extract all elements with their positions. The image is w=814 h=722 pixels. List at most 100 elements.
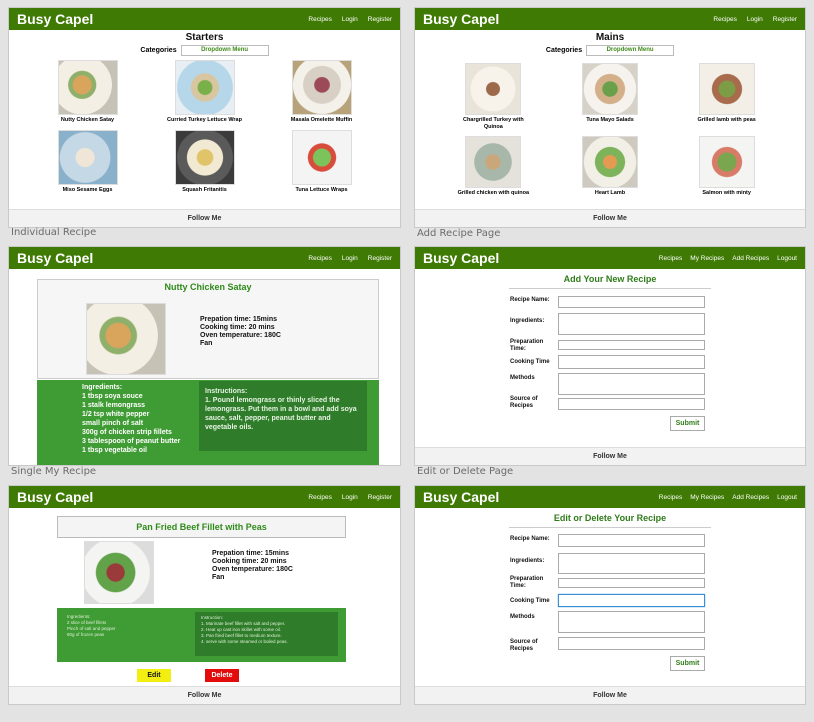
category-row: Categories Dropdown Menu [9,45,400,56]
nav-register[interactable]: Register [368,16,392,23]
recipe-card[interactable]: Masala Omelette Muffin [263,60,380,124]
footer[interactable]: Follow Me [9,686,400,704]
recipe-image[interactable] [581,136,638,188]
ingredients-input[interactable] [558,553,705,574]
instructions-box: Instruction: 1. Marinate beef fillet wit… [195,612,338,656]
recipe-card[interactable]: Heart Lamb [552,136,669,197]
nav-login[interactable]: Login [342,255,358,262]
recipe-image[interactable] [291,60,352,115]
recipe-card[interactable]: Chargrilled Turkey with Quinoa [435,63,552,131]
recipe-card[interactable]: Nutty Chicken Satay [29,60,146,124]
cook-time-input[interactable] [558,594,705,607]
header-bar: Busy Capel Recipes My Recipes Add Recipe… [415,247,805,269]
nav-add-recipes[interactable]: Add Recipes [732,494,769,501]
nav-menu: Recipes My Recipes Add Recipes Logout [659,255,797,262]
footer[interactable]: Follow Me [415,447,805,465]
nav-register[interactable]: Register [368,494,392,501]
nav-my-recipes[interactable]: My Recipes [690,255,724,262]
nav-recipes[interactable]: Recipes [659,494,682,501]
recipe-name[interactable]: Salmon with minty [687,190,767,197]
prep-time-input[interactable] [558,578,705,588]
brand-logo[interactable]: Busy Capel [17,11,93,27]
edit-button[interactable]: Edit [137,669,171,682]
methods-input[interactable] [558,611,705,633]
methods-input[interactable] [558,373,705,395]
nav-logout[interactable]: Logout [777,255,797,262]
nav-menu: Recipes Login Register [308,16,392,23]
category-dropdown[interactable]: Dropdown Menu [586,45,675,56]
source-input[interactable] [558,637,705,650]
recipe-image[interactable] [698,136,755,188]
nav-recipes[interactable]: Recipes [308,255,331,262]
recipe-card[interactable]: Salmon with minty [668,136,785,197]
ingredients-input[interactable] [558,313,705,335]
brand-logo[interactable]: Busy Capel [423,250,499,266]
brand-logo[interactable]: Busy Capel [423,11,499,27]
recipe-name[interactable]: Grilled lamb with peas [687,117,767,124]
cook-time-input[interactable] [558,355,705,369]
recipe-name-input[interactable] [558,534,705,547]
recipe-name-input[interactable] [558,296,705,308]
nav-login[interactable]: Login [342,16,358,23]
nav-menu: Recipes Login Register [308,494,392,501]
recipe-name[interactable]: Nutty Chicken Satay [48,117,128,124]
nav-my-recipes[interactable]: My Recipes [690,494,724,501]
prep-time-label: Preparation Time: [510,576,544,589]
recipe-image[interactable] [698,63,755,115]
ingredient-item: 1/2 tsp white pepper [82,411,150,418]
recipe-image[interactable] [174,130,235,185]
nav-recipes[interactable]: Recipes [659,255,682,262]
nav-recipes[interactable]: Recipes [308,16,331,23]
recipe-name[interactable]: Grilled chicken with quinoa [453,190,533,197]
recipe-name[interactable]: Masala Omelette Muffin [282,117,362,124]
nav-menu: Recipes Login Register [713,16,797,23]
recipe-image[interactable] [465,136,522,188]
nav-register[interactable]: Register [368,255,392,262]
recipe-card[interactable]: Grilled lamb with peas [668,63,785,131]
recipe-card[interactable]: Squash Fritanitis [146,130,263,194]
recipe-card[interactable]: Miso Sesame Eggs [29,130,146,194]
recipe-name[interactable]: Heart Lamb [570,190,650,197]
nav-logout[interactable]: Logout [777,494,797,501]
recipe-name[interactable]: Tuna Mayo Salads [570,117,650,124]
nav-login[interactable]: Login [342,494,358,501]
recipe-image[interactable] [465,63,522,115]
recipe-image[interactable] [291,130,352,185]
recipe-card[interactable]: Curried Turkey Lettuce Wrap [146,60,263,124]
footer[interactable]: Follow Me [415,686,805,704]
brand-logo[interactable]: Busy Capel [17,250,93,266]
prep-time-input[interactable] [558,340,705,350]
brand-logo[interactable]: Busy Capel [423,489,499,505]
recipe-image[interactable] [57,130,118,185]
recipe-name[interactable]: Curried Turkey Lettuce Wrap [165,117,245,124]
methods-label: Methods [510,375,535,381]
nav-add-recipes[interactable]: Add Recipes [732,255,769,262]
recipe-name-label: Recipe Name: [510,297,550,303]
nav-login[interactable]: Login [747,16,763,23]
recipe-card[interactable]: Tuna Lettuce Wraps [263,130,380,194]
recipe-name[interactable]: Miso Sesame Eggs [48,187,128,194]
nav-register[interactable]: Register [773,16,797,23]
recipe-name[interactable]: Squash Fritanitis [165,187,245,194]
recipe-image[interactable] [174,60,235,115]
recipe-name[interactable]: Chargrilled Turkey with Quinoa [453,117,533,131]
recipe-card[interactable]: Grilled chicken with quinoa [435,136,552,197]
recipe-name[interactable]: Tuna Lettuce Wraps [282,187,362,194]
recipe-card[interactable]: Tuna Mayo Salads [552,63,669,131]
source-input[interactable] [558,398,705,410]
submit-button[interactable]: Submit [670,656,705,671]
category-dropdown[interactable]: Dropdown Menu [180,45,269,56]
recipe-info: Prepation time: 15mins Cooking time: 20 … [200,316,281,348]
ingredients-label: Ingredients: [510,558,545,564]
brand-logo[interactable]: Busy Capel [17,489,93,505]
footer[interactable]: Follow Me [415,209,805,227]
submit-button[interactable]: Submit [670,416,705,431]
recipe-image[interactable] [581,63,638,115]
footer[interactable]: Follow Me [9,209,400,227]
nav-recipes[interactable]: Recipes [308,494,331,501]
recipe-image[interactable] [57,60,118,115]
delete-button[interactable]: Delete [205,669,239,682]
oven-mode: Fan [212,574,225,581]
caption-edit: Edit or Delete Page [417,466,514,477]
nav-recipes[interactable]: Recipes [713,16,736,23]
